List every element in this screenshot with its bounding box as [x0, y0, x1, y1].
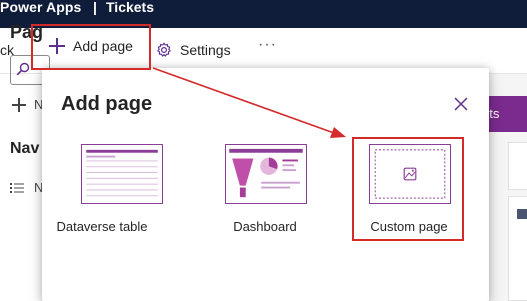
close-icon[interactable]	[452, 95, 470, 113]
dialog-title: Add page	[61, 93, 153, 115]
more-options-button[interactable]: ···	[258, 36, 277, 54]
table-thumbnail-icon	[81, 144, 163, 204]
settings-label: Settings	[180, 42, 231, 58]
search-icon	[16, 62, 30, 76]
app-name: Power Apps	[0, 0, 82, 15]
dataverse-table-label: Dataverse table	[56, 219, 148, 234]
dashboard-option[interactable]: Dashboard	[204, 144, 324, 244]
list-icon	[10, 183, 24, 193]
new-plus-icon[interactable]	[12, 98, 26, 112]
preview-card	[508, 142, 527, 190]
dashboard-thumbnail-icon	[225, 144, 307, 204]
app-breadcrumb[interactable]: Tickets	[106, 0, 154, 14]
dataverse-table-option[interactable]: Dataverse table	[42, 144, 163, 244]
custom-page-highlight	[352, 137, 464, 241]
add-page-highlight	[31, 24, 151, 70]
navigation-heading: Nav	[10, 140, 40, 157]
preview-bar	[517, 209, 527, 219]
gear-icon	[157, 42, 171, 57]
dashboard-label: Dashboard	[233, 219, 297, 234]
preview-card	[508, 196, 527, 301]
header-separator: |	[93, 0, 97, 15]
